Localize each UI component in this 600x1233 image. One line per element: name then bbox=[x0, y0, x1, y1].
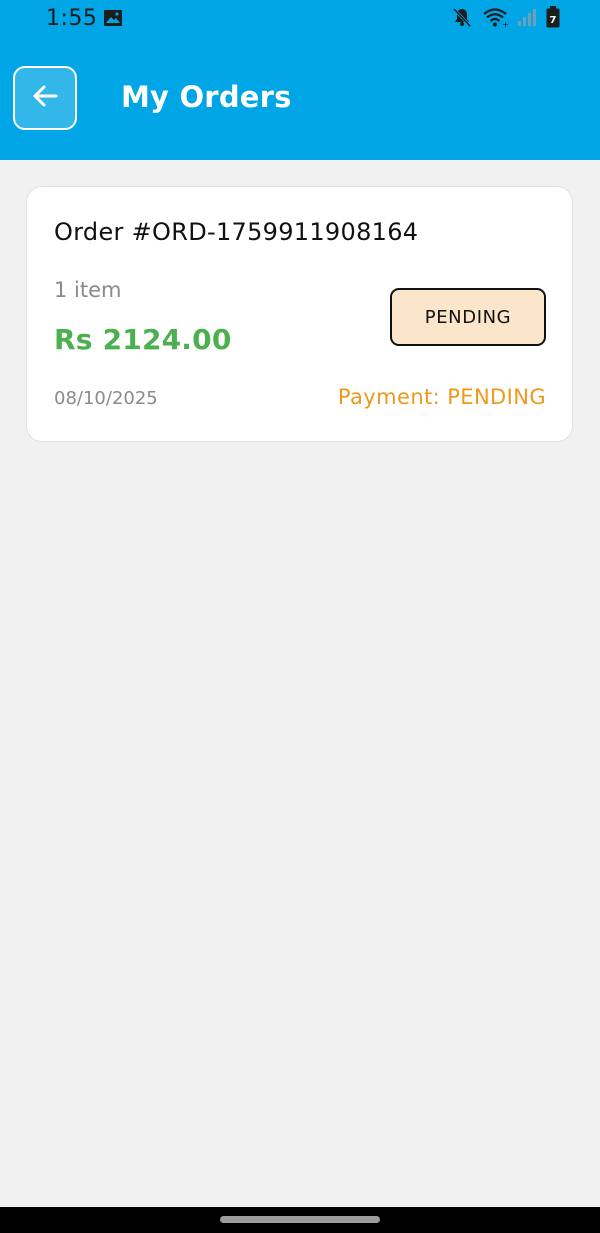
battery-icon: 7 bbox=[546, 6, 560, 28]
status-icons: + 7 bbox=[451, 6, 560, 28]
payment-status: Payment: PENDING bbox=[337, 385, 546, 409]
battery-level: 7 bbox=[550, 15, 557, 26]
image-icon bbox=[103, 9, 123, 27]
status-badge: PENDING bbox=[390, 288, 546, 346]
home-indicator[interactable] bbox=[220, 1216, 380, 1223]
order-card[interactable]: Order #ORD-1759911908164 1 item Rs 2124.… bbox=[26, 186, 573, 442]
order-id: Order #ORD-1759911908164 bbox=[54, 218, 419, 246]
order-date: 08/10/2025 bbox=[54, 388, 158, 409]
status-bar: 1:55 + 7 bbox=[0, 0, 600, 40]
item-count: 1 item bbox=[54, 278, 122, 302]
signal-icon bbox=[517, 7, 537, 27]
mute-icon bbox=[451, 6, 473, 28]
wifi-icon: + bbox=[482, 6, 508, 28]
order-total: Rs 2124.00 bbox=[54, 323, 232, 356]
app-header: 1:55 + 7 My Orders bbox=[0, 0, 600, 160]
toolbar: My Orders bbox=[0, 66, 600, 134]
svg-text:+: + bbox=[502, 20, 508, 28]
status-time: 1:55 bbox=[46, 6, 98, 31]
back-button[interactable] bbox=[13, 66, 77, 130]
page-title: My Orders bbox=[121, 80, 292, 114]
system-nav-bar bbox=[0, 1207, 600, 1233]
arrow-left-icon bbox=[31, 82, 59, 114]
